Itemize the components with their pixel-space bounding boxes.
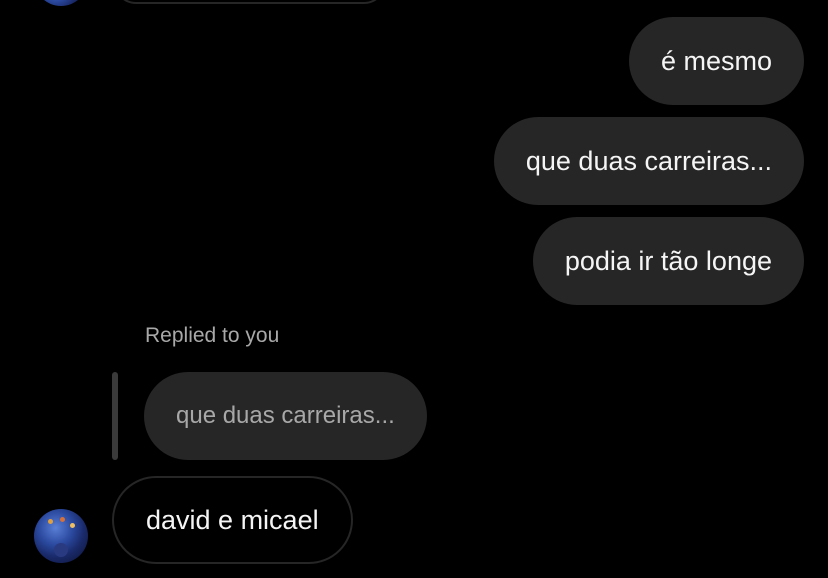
sender-avatar[interactable] xyxy=(34,509,88,563)
outgoing-message-bubble[interactable]: é mesmo xyxy=(628,17,804,105)
message-text: podia ir tão longe xyxy=(564,245,772,276)
incoming-message-bubble[interactable]: david e micael xyxy=(112,476,353,564)
quoted-message-text: que duas carreiras... xyxy=(176,402,395,429)
message-text: é mesmo xyxy=(660,45,772,76)
outgoing-message-bubble[interactable]: podia ir tão longe xyxy=(532,217,804,305)
message-text: david e micael xyxy=(146,504,319,535)
quoted-message-bubble[interactable]: que duas carreiras... xyxy=(144,372,427,460)
sender-avatar-top[interactable] xyxy=(34,0,88,6)
message-text: que duas carreiras... xyxy=(525,145,772,176)
replied-to-you-label: Replied to you xyxy=(145,324,280,347)
outgoing-message-bubble[interactable]: que duas carreiras... xyxy=(493,117,804,205)
chat-screen: é mesmo que duas carreiras... podia ir t… xyxy=(0,0,828,578)
reply-quote-bar xyxy=(112,372,118,460)
previous-message-bubble[interactable] xyxy=(114,0,386,4)
